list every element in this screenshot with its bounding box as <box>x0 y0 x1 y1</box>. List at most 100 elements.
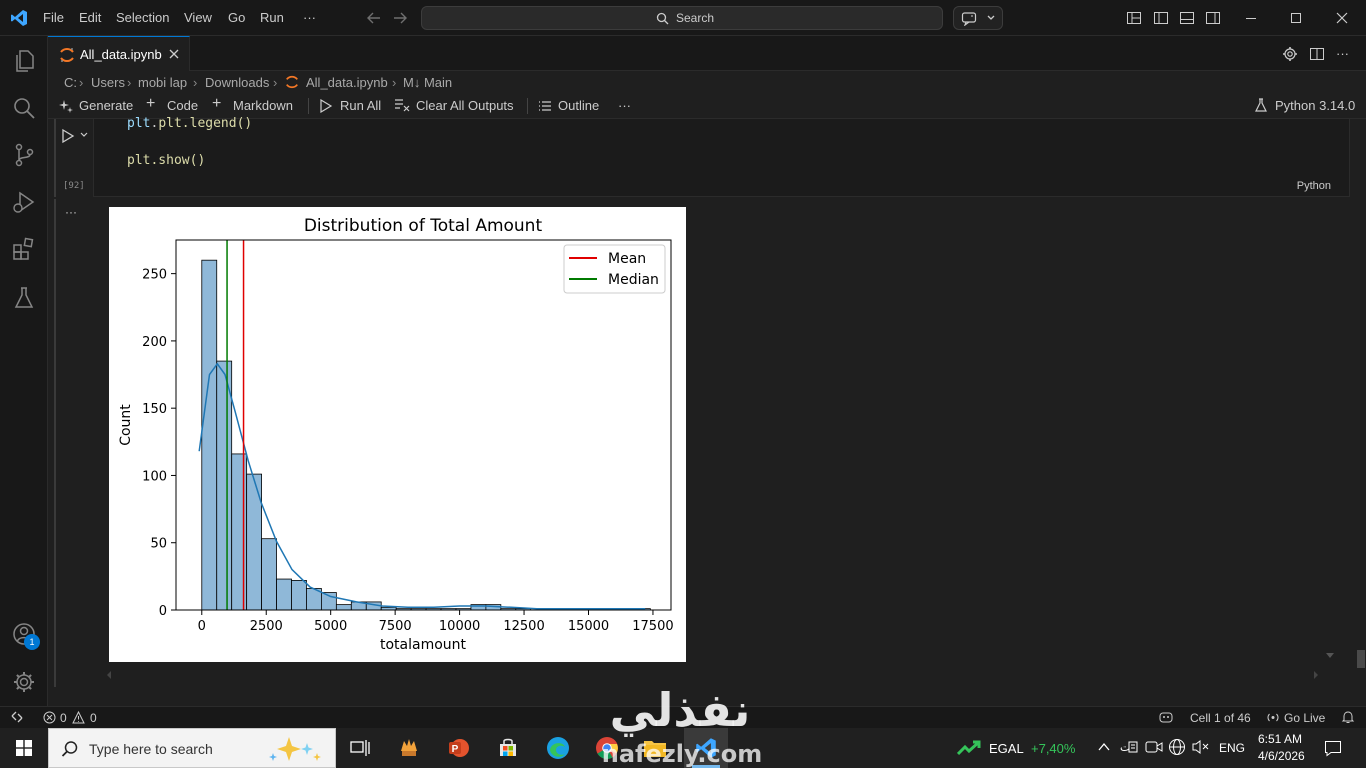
minimize-icon[interactable] <box>1243 10 1259 26</box>
split-editor-icon[interactable] <box>1309 46 1325 62</box>
toolbar-more-button[interactable]: ··· <box>618 98 631 113</box>
forward-arrow-icon[interactable] <box>392 10 408 26</box>
generate-button[interactable]: Generate <box>79 98 133 113</box>
code-cell[interactable]: plt.plt.legend() plt.show() Python <box>93 116 1350 197</box>
chevron-up-icon[interactable] <box>1097 741 1111 753</box>
copilot-icon <box>961 11 977 26</box>
jupyter-file-icon <box>59 47 75 63</box>
toggle-secondary-sidebar-icon[interactable] <box>1205 10 1221 26</box>
menu-go[interactable]: Go <box>228 10 245 25</box>
network-globe-icon[interactable] <box>1168 738 1186 756</box>
remote-indicator-icon[interactable] <box>10 710 24 724</box>
clock-time[interactable]: 6:51 AM <box>1258 732 1302 746</box>
vertical-scrollbar-thumb[interactable] <box>1357 650 1365 668</box>
breadcrumb-section-main[interactable]: M↓ Main <box>403 75 452 90</box>
chrome-browser-icon[interactable] <box>595 736 619 760</box>
notifications-bell-icon[interactable] <box>1341 710 1355 724</box>
toggle-primary-sidebar-icon[interactable] <box>1153 10 1169 26</box>
output-more-actions-button[interactable]: ··· <box>65 205 77 219</box>
extensions-icon[interactable] <box>11 236 37 262</box>
volume-muted-icon[interactable] <box>1192 739 1210 755</box>
warning-count[interactable]: 0 <box>90 711 97 725</box>
run-all-button[interactable]: Run All <box>340 98 381 113</box>
testing-flask-icon[interactable] <box>11 285 37 311</box>
vscode-taskbar-button[interactable] <box>684 728 728 768</box>
histogram-bar <box>276 578 292 611</box>
menu-view[interactable]: View <box>184 10 212 25</box>
keyboard-ime-icon[interactable]: ت <box>1120 739 1138 755</box>
menu-selection[interactable]: Selection <box>116 10 169 25</box>
error-count[interactable]: 0 <box>60 711 67 725</box>
x-tick-label: 2500 <box>250 619 283 634</box>
run-cell-icon[interactable] <box>60 128 76 144</box>
menu-file[interactable]: File <box>43 10 64 25</box>
x-tick-label: 17500 <box>632 619 673 634</box>
menu-run[interactable]: Run <box>260 10 284 25</box>
kernel-picker[interactable]: Python 3.14.0 <box>1275 98 1355 113</box>
tab-label: All_data.ipynb <box>80 47 162 62</box>
explorer-icon[interactable] <box>11 48 37 74</box>
toggle-panel-icon[interactable] <box>1179 10 1195 26</box>
menu-edit[interactable]: Edit <box>79 10 101 25</box>
cell-position[interactable]: Cell 1 of 46 <box>1190 711 1251 725</box>
chevron-down-icon[interactable] <box>79 130 89 140</box>
settings-gear-icon[interactable] <box>1282 46 1298 62</box>
settings-gear-icon[interactable] <box>11 669 37 695</box>
taskbar-search-box[interactable]: Type here to search <box>48 728 336 768</box>
stock-trend-icon <box>957 740 981 756</box>
microsoft-store-icon[interactable] <box>497 737 519 759</box>
breadcrumb-file[interactable]: All_data.ipynb <box>306 75 388 90</box>
copilot-button[interactable] <box>953 6 1003 30</box>
breadcrumb-mobi-lap[interactable]: mobi lap <box>138 75 187 90</box>
customize-layout-icon[interactable] <box>1126 10 1142 26</box>
add-code-cell-button[interactable]: Code <box>167 98 198 113</box>
copilot-status-icon[interactable] <box>1158 710 1174 724</box>
code-text: plt.show() <box>127 153 206 168</box>
stock-ticker-name[interactable]: EGAL <box>989 741 1024 756</box>
jupyter-file-icon <box>285 75 299 89</box>
clock-date[interactable]: 4/6/2026 <box>1258 749 1305 763</box>
camera-icon[interactable] <box>1145 739 1163 755</box>
windows-start-icon[interactable] <box>16 740 32 756</box>
legend-mean-label: Mean <box>608 251 646 267</box>
chart-output: 0 2500 5000 7500 10000 12500 15000 17500 0 50 100 1… <box>109 207 686 662</box>
input-language[interactable]: ENG <box>1219 741 1245 755</box>
windows-taskbar: Type here to search P EGAL +7,40% ت ENG … <box>0 728 1366 768</box>
command-center-search[interactable]: Search <box>421 6 943 30</box>
close-tab-icon[interactable] <box>168 48 180 60</box>
search-label: Search <box>676 11 715 25</box>
run-all-icon <box>319 99 333 113</box>
more-actions-icon[interactable]: ··· <box>1336 46 1349 61</box>
outline-button[interactable]: Outline <box>558 98 599 113</box>
run-debug-icon[interactable] <box>11 189 37 215</box>
task-view-icon[interactable] <box>350 739 370 757</box>
x-axis-label: totalamount <box>380 637 467 653</box>
pinned-app-icon[interactable] <box>398 737 420 759</box>
file-explorer-icon[interactable] <box>643 737 667 759</box>
back-arrow-icon[interactable] <box>366 10 382 26</box>
scroll-right-arrow-icon[interactable] <box>1313 670 1319 680</box>
go-live-button[interactable]: Go Live <box>1284 711 1325 725</box>
add-markdown-cell-button[interactable]: Markdown <box>233 98 293 113</box>
cell-language-label[interactable]: Python <box>1297 180 1331 192</box>
plus-icon: + <box>146 95 156 112</box>
source-control-icon[interactable] <box>11 142 37 168</box>
powerpoint-icon[interactable]: P <box>447 737 469 759</box>
legend: Mean Median <box>563 244 666 294</box>
scroll-left-arrow-icon[interactable] <box>106 670 112 680</box>
tab-all-data-ipynb[interactable]: All_data.ipynb <box>48 36 190 71</box>
editor-tab-bar: All_data.ipynb ··· <box>48 36 1366 71</box>
breadcrumb-drive[interactable]: C: <box>64 75 77 90</box>
edge-browser-icon[interactable] <box>546 736 570 760</box>
menu-more[interactable]: ··· <box>303 10 316 25</box>
breadcrumb-users[interactable]: Users <box>91 75 125 90</box>
scroll-down-arrow-icon[interactable] <box>1325 652 1335 660</box>
breadcrumb-downloads[interactable]: Downloads <box>205 75 269 90</box>
close-window-icon[interactable] <box>1334 10 1350 26</box>
histogram-chart: 0 2500 5000 7500 10000 12500 15000 17500 0 50 100 1… <box>118 216 674 653</box>
clear-all-outputs-button[interactable]: Clear All Outputs <box>416 98 514 113</box>
warning-icon <box>72 711 85 724</box>
search-sidebar-icon[interactable] <box>11 95 37 121</box>
maximize-icon[interactable] <box>1288 10 1304 26</box>
action-center-icon[interactable] <box>1324 739 1342 757</box>
